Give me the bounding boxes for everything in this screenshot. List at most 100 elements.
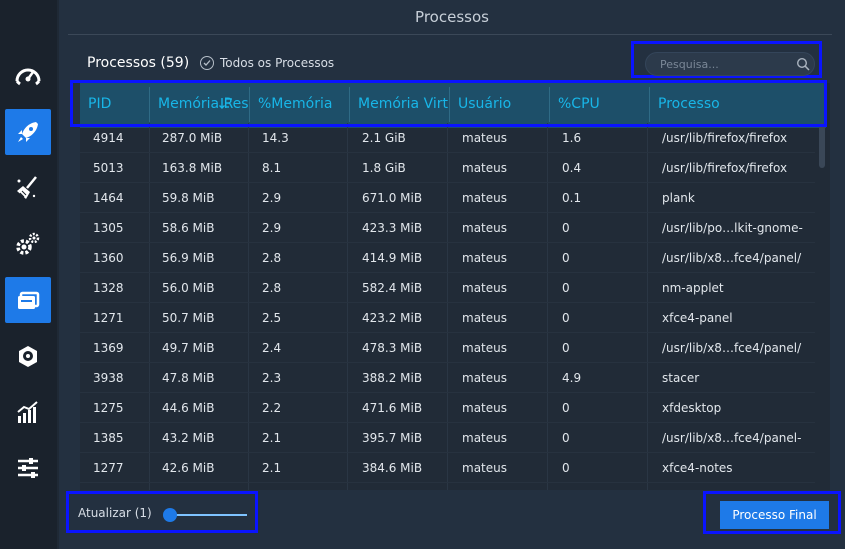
cell-memory-percent: 2.1 <box>262 431 282 445</box>
cell-pid: 3938 <box>93 371 124 385</box>
cell-pid: 1369 <box>93 341 124 355</box>
cell-cpu: 1.6 <box>562 131 582 145</box>
table-row[interactable]: 4914 287.0 MiB 14.3 2.1 GiB mateus 1.6 /… <box>80 123 815 153</box>
cell-cpu: 0 <box>562 221 570 235</box>
cell-process: xfdesktop <box>662 401 722 415</box>
sidebar-item-startup[interactable] <box>5 109 51 155</box>
cell-memory-percent: 14.3 <box>262 131 289 145</box>
cell-user: mateus <box>462 161 507 175</box>
cell-pid: 5013 <box>93 161 124 175</box>
table-row[interactable]: 3938 47.8 MiB 2.3 388.2 MiB mateus 4.9 s… <box>80 363 815 393</box>
cell-memory-virt: 1.8 GiB <box>362 161 406 175</box>
search-box <box>631 41 822 78</box>
cell-memory-percent: 2.9 <box>262 191 282 205</box>
table-row[interactable]: 1271 50.7 MiB 2.5 423.2 MiB mateus 0 xfc… <box>80 303 815 333</box>
cell-cpu: 0.4 <box>562 161 582 175</box>
table-row[interactable]: 1328 56.0 MiB 2.8 582.4 MiB mateus 0 nm-… <box>80 273 815 303</box>
check-circle-icon <box>200 56 214 70</box>
all-processes-label: Todos os Processos <box>220 56 335 70</box>
cell-cpu: 0 <box>562 281 570 295</box>
process-count-label: Processos (59) <box>87 55 190 71</box>
main-panel: Processos Processos (59) Todos os Proces… <box>59 0 845 549</box>
end-process-button[interactable]: Processo Final <box>720 501 829 529</box>
all-processes-toggle[interactable]: Todos os Processos <box>200 56 334 70</box>
cell-memory-percent: 2.4 <box>262 341 282 355</box>
cell-memory-res: 163.8 MiB <box>162 161 223 175</box>
cell-process: /usr/lib/x8…fce4/panel/ <box>662 341 802 355</box>
sidebar-item-resources[interactable] <box>5 389 51 435</box>
cell-user: mateus <box>462 461 507 475</box>
cell-cpu: 0 <box>562 461 570 475</box>
dashboard-icon <box>15 68 41 86</box>
page-title: Processos <box>415 8 489 26</box>
cell-process: nm-applet <box>662 281 724 295</box>
sidebar-item-dashboard[interactable] <box>5 53 51 99</box>
cell-memory-percent: 2.9 <box>262 221 282 235</box>
table-row[interactable]: 1275 44.6 MiB 2.2 471.6 MiB mateus 0 xfd… <box>80 393 815 423</box>
cell-pid: 1271 <box>93 311 124 325</box>
cell-memory-percent: 2.8 <box>262 281 282 295</box>
cell-pid: 1360 <box>93 251 124 265</box>
table-row[interactable]: 1385 43.2 MiB 2.1 395.7 MiB mateus 0 /us… <box>80 423 815 453</box>
cell-memory-percent: 2.1 <box>262 461 282 475</box>
sidebar-item-services[interactable] <box>5 221 51 267</box>
cell-memory-res: 56.9 MiB <box>162 251 215 265</box>
refresh-slider-handle[interactable] <box>163 508 177 522</box>
cell-process: plank <box>662 191 695 205</box>
cell-process: xfce4-notes <box>662 461 733 475</box>
cell-memory-virt: 478.3 MiB <box>362 341 423 355</box>
cell-memory-percent: 2.8 <box>262 251 282 265</box>
header-highlight <box>70 80 827 127</box>
table-body: 4914 287.0 MiB 14.3 2.1 GiB mateus 1.6 /… <box>80 123 815 483</box>
search-input[interactable] <box>645 52 815 76</box>
table-row[interactable]: 1277 42.6 MiB 2.1 384.6 MiB mateus 0 xfc… <box>80 453 815 483</box>
table-scrollbar[interactable] <box>819 123 825 168</box>
rocket-icon <box>18 122 38 142</box>
refresh-slider-track[interactable] <box>170 514 247 516</box>
table-row[interactable]: 1360 56.9 MiB 2.8 414.9 MiB mateus 0 /us… <box>80 243 815 273</box>
cell-memory-virt: 423.3 MiB <box>362 221 423 235</box>
cell-memory-virt: 671.0 MiB <box>362 191 423 205</box>
cell-memory-res: 287.0 MiB <box>162 131 223 145</box>
cell-user: mateus <box>462 221 507 235</box>
refresh-control: Atualizar (1) <box>66 491 258 533</box>
cell-memory-res: 42.6 MiB <box>162 461 215 475</box>
cell-pid: 1275 <box>93 401 124 415</box>
cell-memory-virt: 388.2 MiB <box>362 371 423 385</box>
sidebar-item-settings[interactable] <box>5 445 51 491</box>
cell-memory-res: 44.6 MiB <box>162 401 215 415</box>
cell-memory-virt: 423.2 MiB <box>362 311 423 325</box>
end-process-area: Processo Final <box>703 491 841 534</box>
sidebar-item-processes[interactable] <box>5 277 51 323</box>
sidebar-item-cleaner[interactable] <box>5 165 51 211</box>
cell-memory-virt: 582.4 MiB <box>362 281 423 295</box>
table-row[interactable]: 1369 49.7 MiB 2.4 478.3 MiB mateus 0 /us… <box>80 333 815 363</box>
title-divider <box>68 34 832 35</box>
cell-cpu: 0 <box>562 341 570 355</box>
cell-pid: 1328 <box>93 281 124 295</box>
cell-memory-percent: 2.5 <box>262 311 282 325</box>
refresh-label: Atualizar (1) <box>78 506 152 520</box>
search-icon[interactable] <box>796 57 810 71</box>
cell-pid: 1305 <box>93 221 124 235</box>
sidebar <box>0 0 57 549</box>
cell-cpu: 0 <box>562 251 570 265</box>
cell-pid: 4914 <box>93 131 124 145</box>
broom-icon <box>17 176 37 199</box>
cell-process: /usr/lib/x8…fce4/panel- <box>662 431 802 445</box>
table-row[interactable]: 1464 59.8 MiB 2.9 671.0 MiB mateus 0.1 p… <box>80 183 815 213</box>
cell-user: mateus <box>462 401 507 415</box>
cell-pid: 1464 <box>93 191 124 205</box>
sliders-icon <box>18 458 38 478</box>
cell-cpu: 4.9 <box>562 371 582 385</box>
cell-memory-percent: 2.3 <box>262 371 282 385</box>
cell-process: /usr/lib/po…lkit-gnome- <box>662 221 803 235</box>
cell-user: mateus <box>462 251 507 265</box>
table-row[interactable]: 1305 58.6 MiB 2.9 423.3 MiB mateus 0 /us… <box>80 213 815 243</box>
table-row[interactable]: 5013 163.8 MiB 8.1 1.8 GiB mateus 0.4 /u… <box>80 153 815 183</box>
cell-process: /usr/lib/firefox/firefox <box>662 131 788 145</box>
cell-user: mateus <box>462 371 507 385</box>
sidebar-item-uninstaller[interactable] <box>5 333 51 379</box>
cell-memory-virt: 2.1 GiB <box>362 131 406 145</box>
cell-memory-virt: 384.6 MiB <box>362 461 423 475</box>
